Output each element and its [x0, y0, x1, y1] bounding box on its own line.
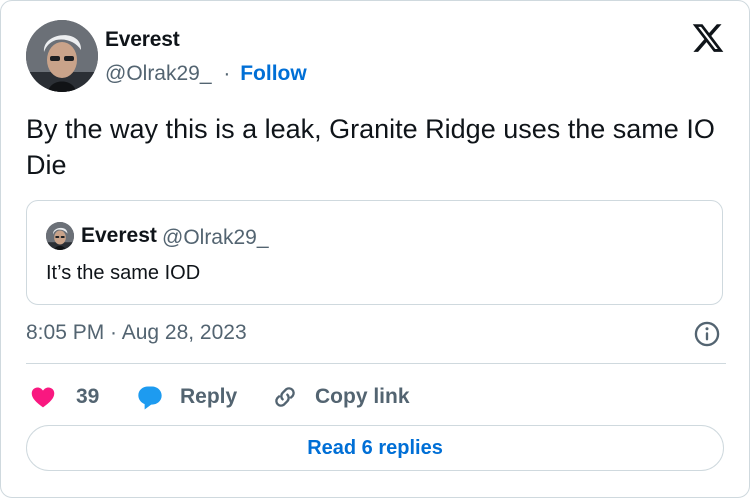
author-handle-row: @Olrak29_ · Follow — [105, 62, 307, 86]
avatar-photo-icon — [46, 222, 74, 250]
like-button[interactable]: 39 — [30, 380, 99, 414]
separator-dot: · — [223, 62, 231, 85]
copy-link-button[interactable]: Copy link — [271, 380, 410, 414]
embedded-tweet-card: Everest @Olrak29_ · Follow By the way th… — [0, 0, 750, 498]
quoted-author-handle: @Olrak29_ — [162, 226, 269, 249]
read-replies-button[interactable]: Read 6 replies — [26, 425, 724, 471]
quoted-tweet[interactable]: Everest @Olrak29_ It’s the same IOD — [26, 200, 723, 305]
quoted-tweet-text: It’s the same IOD — [46, 262, 201, 284]
reply-button[interactable]: Reply — [136, 380, 237, 414]
info-icon[interactable] — [693, 320, 721, 348]
author-avatar[interactable] — [26, 20, 98, 92]
quoted-author-avatar — [46, 222, 74, 250]
follow-link[interactable]: Follow — [240, 62, 307, 85]
link-icon — [275, 387, 295, 407]
action-bar: 39 Reply Copy link — [26, 380, 726, 414]
reply-label: Reply — [180, 385, 238, 408]
avatar-photo-icon — [26, 20, 98, 92]
author-handle[interactable]: @Olrak29_ — [105, 62, 212, 85]
like-count: 39 — [76, 385, 100, 408]
tweet-timestamp[interactable]: 8:05 PM · Aug 28, 2023 — [26, 321, 247, 345]
tweet-text: By the way this is a leak, Granite Ridge… — [26, 114, 715, 180]
copy-link-label: Copy link — [315, 385, 410, 408]
x-logo-icon[interactable] — [691, 21, 725, 55]
author-name[interactable]: Everest — [105, 28, 180, 52]
heart-icon — [31, 387, 55, 408]
reply-bubble-icon — [138, 386, 162, 410]
quoted-author-name: Everest — [81, 224, 157, 247]
divider — [26, 363, 726, 364]
